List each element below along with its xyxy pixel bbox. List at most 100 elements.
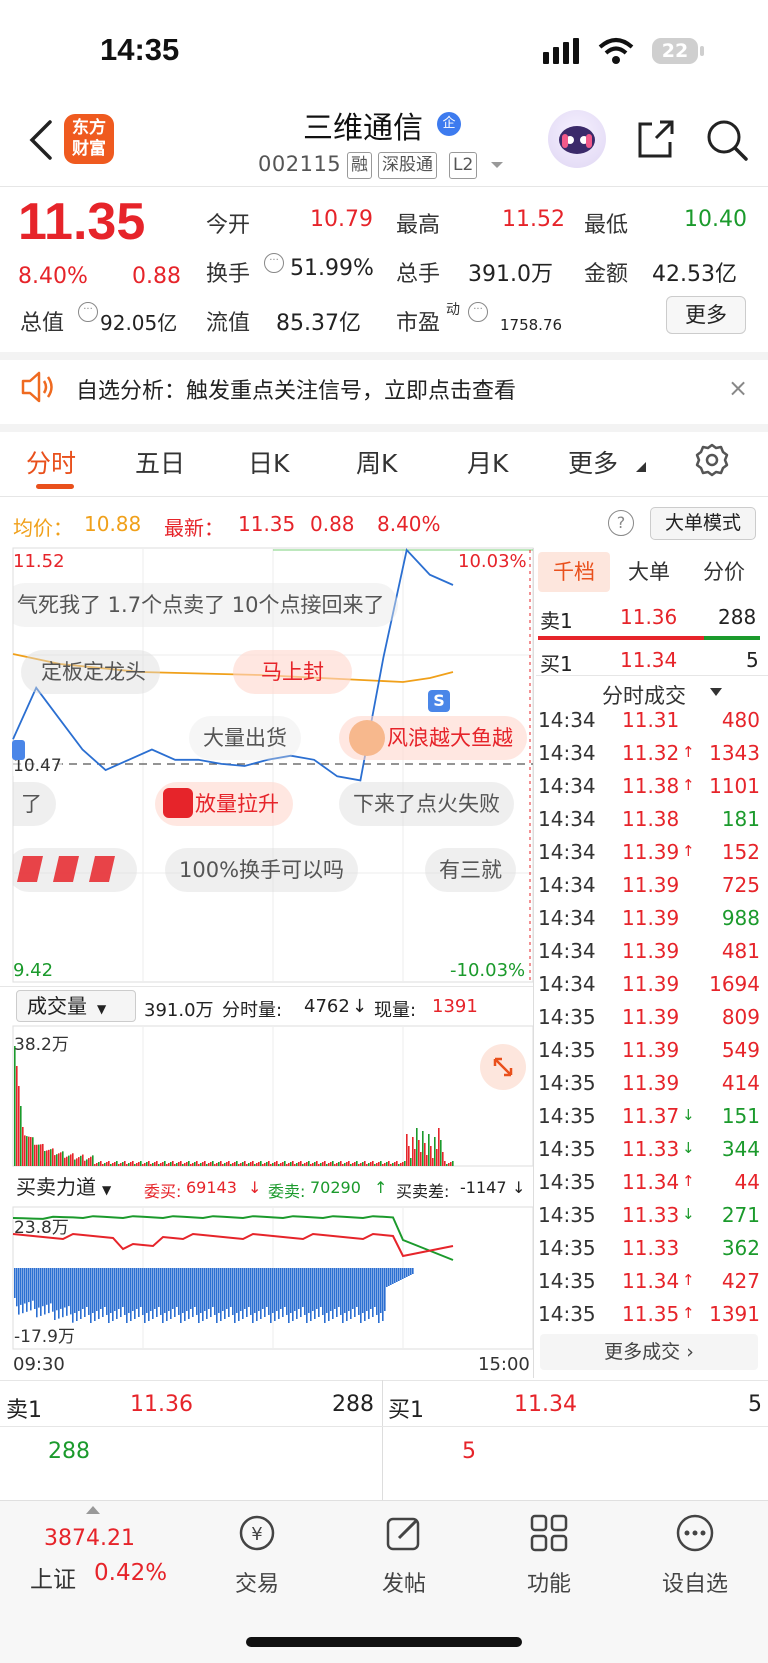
nav-trade[interactable]: ¥ 交易 (207, 1512, 307, 1598)
volume-bar (112, 1163, 114, 1166)
volume-bar (418, 1140, 420, 1166)
active-tab-indicator (36, 484, 74, 489)
volume-chart[interactable] (0, 1024, 534, 1168)
force-bar (108, 1268, 110, 1323)
danmu-comment[interactable]: 大量出货 (189, 716, 301, 760)
more-dots-icon[interactable]: ··· (264, 253, 284, 273)
volume-bar (38, 1144, 40, 1166)
tab-intraday[interactable]: 分时 (26, 444, 76, 480)
trade-volume: 414 (721, 1071, 760, 1095)
alert-message[interactable]: 自选分析：触发重点关注信号，立即点击查看 (76, 373, 516, 405)
danmu-comment[interactable]: 马上封 (233, 650, 352, 694)
trade-row: 14:35 11.39 549 (538, 1038, 760, 1071)
tab-weekly-k[interactable]: 周K (356, 444, 397, 480)
volume-bar (440, 1140, 442, 1166)
tab-price-dist[interactable]: 分价 (688, 552, 760, 592)
caret-down-icon[interactable] (710, 688, 722, 696)
gear-icon[interactable] (694, 442, 730, 478)
robot-assistant-avatar[interactable] (548, 110, 606, 168)
tab-big-orders[interactable]: 大单 (612, 552, 686, 592)
tab-thousand-level[interactable]: 千档 (538, 552, 610, 592)
volume-bar (66, 1156, 68, 1166)
force-bar (254, 1268, 256, 1313)
expand-icon[interactable] (480, 1044, 526, 1090)
app-logo[interactable]: 东方 财富 (64, 114, 114, 164)
danmu-comment[interactable]: 100%换手可以吗 (165, 848, 359, 892)
amount-value: 42.53亿 (652, 262, 737, 287)
danmu-emoji-comment[interactable] (13, 848, 137, 892)
avg-label: 均价： (13, 516, 73, 540)
force-dropdown[interactable]: 买卖力道 ▼ (16, 1170, 134, 1204)
trades-title[interactable]: 分时成交 (602, 680, 686, 710)
force-bar (150, 1268, 152, 1311)
volume-bar (256, 1163, 258, 1166)
stock-name[interactable]: 三维通信 (303, 103, 423, 147)
danmu-comment[interactable]: 气死我了 1.7个点卖了 10个点接回来了 (13, 583, 399, 627)
ask-value: 70290 (310, 1178, 361, 1197)
volume-bar (378, 1162, 380, 1166)
pe-superscript: 动 (446, 302, 460, 318)
close-icon[interactable]: × (728, 374, 748, 402)
tab-daily-k[interactable]: 日K (248, 444, 289, 480)
volume-bar (254, 1164, 256, 1166)
volume-dropdown[interactable]: 成交量 ▼ (16, 990, 136, 1022)
trade-arrow: ↑ (682, 1304, 695, 1322)
trade-time: 14:35 (538, 1269, 596, 1293)
tab-five-day[interactable]: 五日 (135, 444, 185, 480)
avg-value: 10.88 (84, 512, 142, 536)
volume-bar (222, 1164, 224, 1166)
force-bar (176, 1268, 178, 1307)
nav-post[interactable]: 发帖 (354, 1512, 454, 1598)
chevron-down-icon[interactable] (490, 160, 504, 170)
svg-text:¥: ¥ (251, 1524, 262, 1545)
home-indicator[interactable] (246, 1637, 522, 1647)
force-bar (410, 1268, 412, 1275)
tab-monthly-k[interactable]: 月K (467, 444, 508, 480)
force-bar (412, 1268, 414, 1274)
share-icon[interactable] (634, 118, 676, 160)
volume-bar (288, 1163, 290, 1166)
force-bar (134, 1268, 136, 1319)
force-bar (120, 1268, 122, 1317)
volume-bar (452, 1161, 454, 1166)
volume-bar (432, 1158, 434, 1166)
back-arrow-icon[interactable] (26, 118, 56, 162)
force-bar (376, 1268, 378, 1315)
tab-more[interactable]: 更多 (568, 444, 618, 480)
volume-bar (50, 1149, 52, 1166)
trade-volume: 152 (721, 840, 760, 864)
more-dots-icon[interactable]: ··· (78, 302, 98, 322)
volume-bar (46, 1150, 48, 1166)
big-order-mode-button[interactable]: 大单模式 (650, 507, 756, 540)
force-chart[interactable] (0, 1206, 534, 1350)
danmu-comment[interactable]: 定板定龙头 (21, 650, 160, 694)
latest-label: 最新： (164, 516, 224, 540)
trade-time: 14:35 (538, 1137, 596, 1161)
force-bars (14, 1268, 414, 1323)
volume-bar (338, 1162, 340, 1166)
search-icon[interactable] (705, 118, 749, 162)
trade-time: 14:34 (538, 906, 596, 930)
tag-level2[interactable]: L2 (449, 152, 478, 179)
danmu-comment[interactable]: 了 (13, 782, 56, 826)
force-bar (324, 1268, 326, 1323)
volume-bar (248, 1163, 250, 1166)
force-bar (304, 1268, 306, 1315)
more-trades-button[interactable]: 更多成交 › (540, 1334, 758, 1370)
more-dots-icon[interactable]: ··· (468, 302, 488, 322)
quote-more-button[interactable]: 更多 (666, 296, 746, 334)
index-widget[interactable]: 3874.21 上证 0.42% (0, 1500, 185, 1610)
sell-bar (538, 636, 704, 640)
help-icon[interactable]: ? (608, 510, 634, 536)
volume-bar (188, 1161, 190, 1166)
nav-functions[interactable]: 功能 (499, 1512, 599, 1598)
trade-row: 14:34 11.39 481 (538, 939, 760, 972)
volume-bar (392, 1163, 394, 1166)
volume-bar (198, 1164, 200, 1166)
down-arrow-icon: ↓ (352, 996, 368, 1017)
volume-bar (154, 1162, 156, 1166)
danmu-comment[interactable]: 下来了点火失败 (339, 782, 514, 826)
danmu-comment[interactable]: 有三就 (425, 848, 516, 892)
trade-row: 14:34 11.39 1694 (538, 972, 760, 1005)
nav-add-watchlist[interactable]: 设自选 (645, 1512, 745, 1598)
